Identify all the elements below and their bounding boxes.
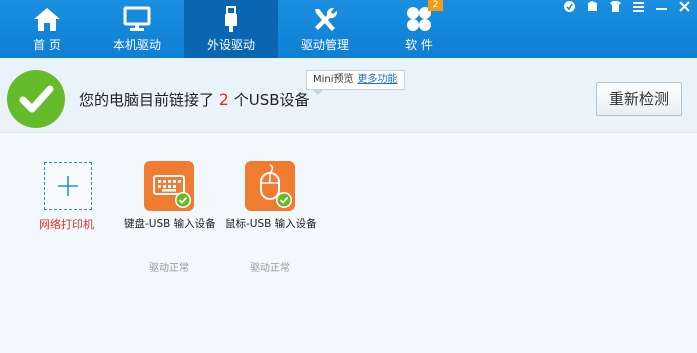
status-suffix: 个USB设备 — [233, 91, 310, 109]
rescan-button[interactable]: 重新检测 — [596, 82, 682, 116]
usb-icon — [225, 6, 237, 32]
keyboard-device-tile[interactable] — [144, 161, 194, 211]
tools-icon — [315, 7, 338, 31]
add-printer-button[interactable] — [44, 162, 92, 210]
status-message: 您的电脑目前链接了 2 个USB设备 — [79, 89, 310, 110]
skin-icon[interactable] — [586, 0, 599, 13]
tooltip-text: Mini预览 — [313, 74, 354, 85]
window-controls — [563, 0, 691, 14]
nav-home[interactable]: 首 页 — [0, 0, 94, 58]
nav-local-drivers[interactable]: 本机驱动 — [90, 0, 184, 58]
nav-peripheral-drivers-label: 外设驱动 — [206, 38, 255, 52]
keyboard-device-name: 键盘-USB 输入设备 — [124, 218, 216, 230]
status-prefix: 您的电脑目前链接了 — [79, 91, 215, 109]
nav-peripheral-drivers[interactable]: 外设驱动 — [184, 0, 278, 58]
shirt-icon[interactable] — [609, 0, 622, 13]
mini-preview-tooltip: Mini预览 更多功能 — [306, 70, 405, 95]
nav-local-drivers-label: 本机驱动 — [112, 38, 161, 52]
minimize-icon[interactable] — [655, 0, 668, 13]
more-features-link[interactable]: 更多功能 — [358, 74, 398, 85]
nav-software[interactable]: 软 件 — [372, 0, 466, 58]
close-icon[interactable] — [678, 0, 691, 13]
nav-driver-management-label: 驱动管理 — [300, 38, 349, 52]
mouse-icon — [260, 164, 292, 208]
mouse-device-tile[interactable] — [245, 161, 295, 211]
device-count: 2 — [218, 90, 229, 109]
nav-home-label: 首 页 — [33, 38, 61, 52]
status-check-icon — [7, 70, 65, 128]
menu-icon[interactable] — [632, 0, 645, 13]
software-update-badge: 2 — [428, 0, 443, 11]
keyboard-icon — [153, 175, 191, 208]
mouse-device-status: 驱动正常 — [250, 263, 290, 274]
plus-icon — [58, 176, 78, 196]
nav-software-label: 软 件 — [405, 38, 433, 52]
mouse-device-name: 鼠标-USB 输入设备 — [225, 218, 317, 230]
home-icon — [34, 8, 60, 31]
monitor-icon — [123, 6, 151, 31]
feedback-icon[interactable] — [563, 0, 576, 13]
nav-driver-management[interactable]: 驱动管理 — [278, 0, 372, 58]
top-nav-bar: 首 页 本机驱动 外设驱动 驱动管理 软 件 2 — [0, 0, 697, 58]
keyboard-device-status: 驱动正常 — [149, 263, 189, 274]
add-printer-label[interactable]: 网络打印机 — [39, 216, 94, 232]
